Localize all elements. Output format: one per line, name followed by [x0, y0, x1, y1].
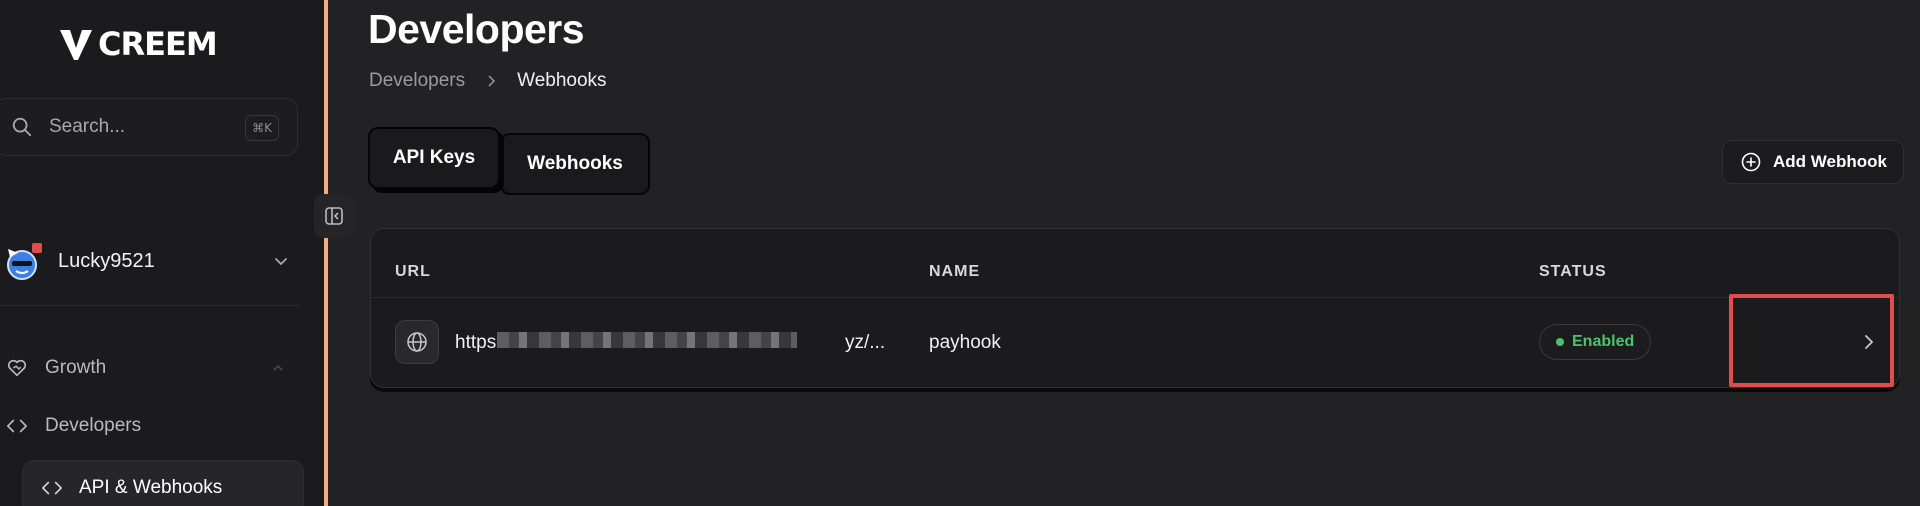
tab-webhooks[interactable]: Webhooks	[500, 133, 650, 195]
sidebar-item-label: Growth	[45, 357, 107, 378]
webhook-name: payhook	[929, 332, 1001, 353]
breadcrumb-current: Webhooks	[517, 70, 607, 91]
webhook-url-start: https	[455, 332, 497, 353]
search-icon	[12, 117, 32, 137]
webhook-globe-badge	[395, 320, 439, 364]
tab-bar: API Keys Webhooks	[368, 127, 650, 195]
avatar	[7, 243, 42, 280]
chevron-right-icon	[488, 75, 496, 87]
search-input[interactable]: Search... ⌘K	[0, 98, 298, 156]
breadcrumb-parent-link[interactable]: Developers	[369, 70, 465, 92]
status-badge: Enabled	[1539, 324, 1652, 360]
sidebar-accent-border	[324, 0, 328, 506]
status-dot-icon	[1556, 338, 1564, 346]
search-shortcut: ⌘K	[245, 115, 279, 141]
sidebar-divider	[0, 305, 300, 306]
add-webhook-label: Add Webhook	[1773, 152, 1887, 171]
column-header-status: STATUS	[1539, 263, 1607, 280]
row-action-highlight[interactable]	[1729, 294, 1894, 387]
plus-circle-icon	[1741, 152, 1761, 172]
column-header-name: NAME	[929, 263, 981, 280]
brand-name: CREEM	[98, 25, 218, 63]
sidebar-item-growth[interactable]: Growth	[0, 348, 300, 388]
chevron-down-icon	[275, 258, 287, 266]
tab-api-keys[interactable]: API Keys	[368, 127, 500, 189]
webhooks-table: URL NAME STATUS https yz/... payhook Ena…	[370, 228, 1900, 388]
sidebar-item-label: Developers	[45, 415, 142, 436]
page-title: Developers	[368, 6, 585, 52]
column-header-url: URL	[395, 263, 431, 280]
table-row[interactable]: https yz/... payhook Enabled	[371, 298, 1899, 388]
search-placeholder: Search...	[49, 116, 126, 137]
code-icon	[42, 481, 62, 495]
globe-icon	[407, 332, 427, 352]
account-switcher[interactable]: Lucky9521	[0, 236, 300, 286]
chevron-up-icon	[273, 364, 283, 371]
app-window: CREEM Search... ⌘K Lucky9521 Growth Deve…	[0, 0, 1920, 506]
account-name: Lucky9521	[58, 249, 155, 272]
sidebar: CREEM Search... ⌘K Lucky9521 Growth Deve…	[0, 0, 324, 506]
creem-logo-icon	[60, 30, 92, 60]
add-webhook-button[interactable]: Add Webhook	[1722, 140, 1904, 184]
code-icon	[7, 419, 27, 433]
breadcrumb: Developers Webhooks	[369, 70, 607, 92]
brand-logo[interactable]: CREEM	[58, 24, 218, 64]
sidebar-item-developers[interactable]: Developers	[0, 406, 300, 446]
webhook-url-end: yz/...	[845, 332, 886, 353]
status-label: Enabled	[1572, 333, 1635, 350]
panel-collapse-icon	[325, 207, 343, 225]
webhook-url-redacted	[497, 332, 797, 348]
heart-handshake-icon	[7, 359, 27, 377]
sidebar-collapse-button[interactable]	[314, 194, 354, 238]
sidebar-item-api-webhooks[interactable]: API & Webhooks	[22, 460, 304, 506]
sidebar-item-label: API & Webhooks	[79, 477, 223, 498]
